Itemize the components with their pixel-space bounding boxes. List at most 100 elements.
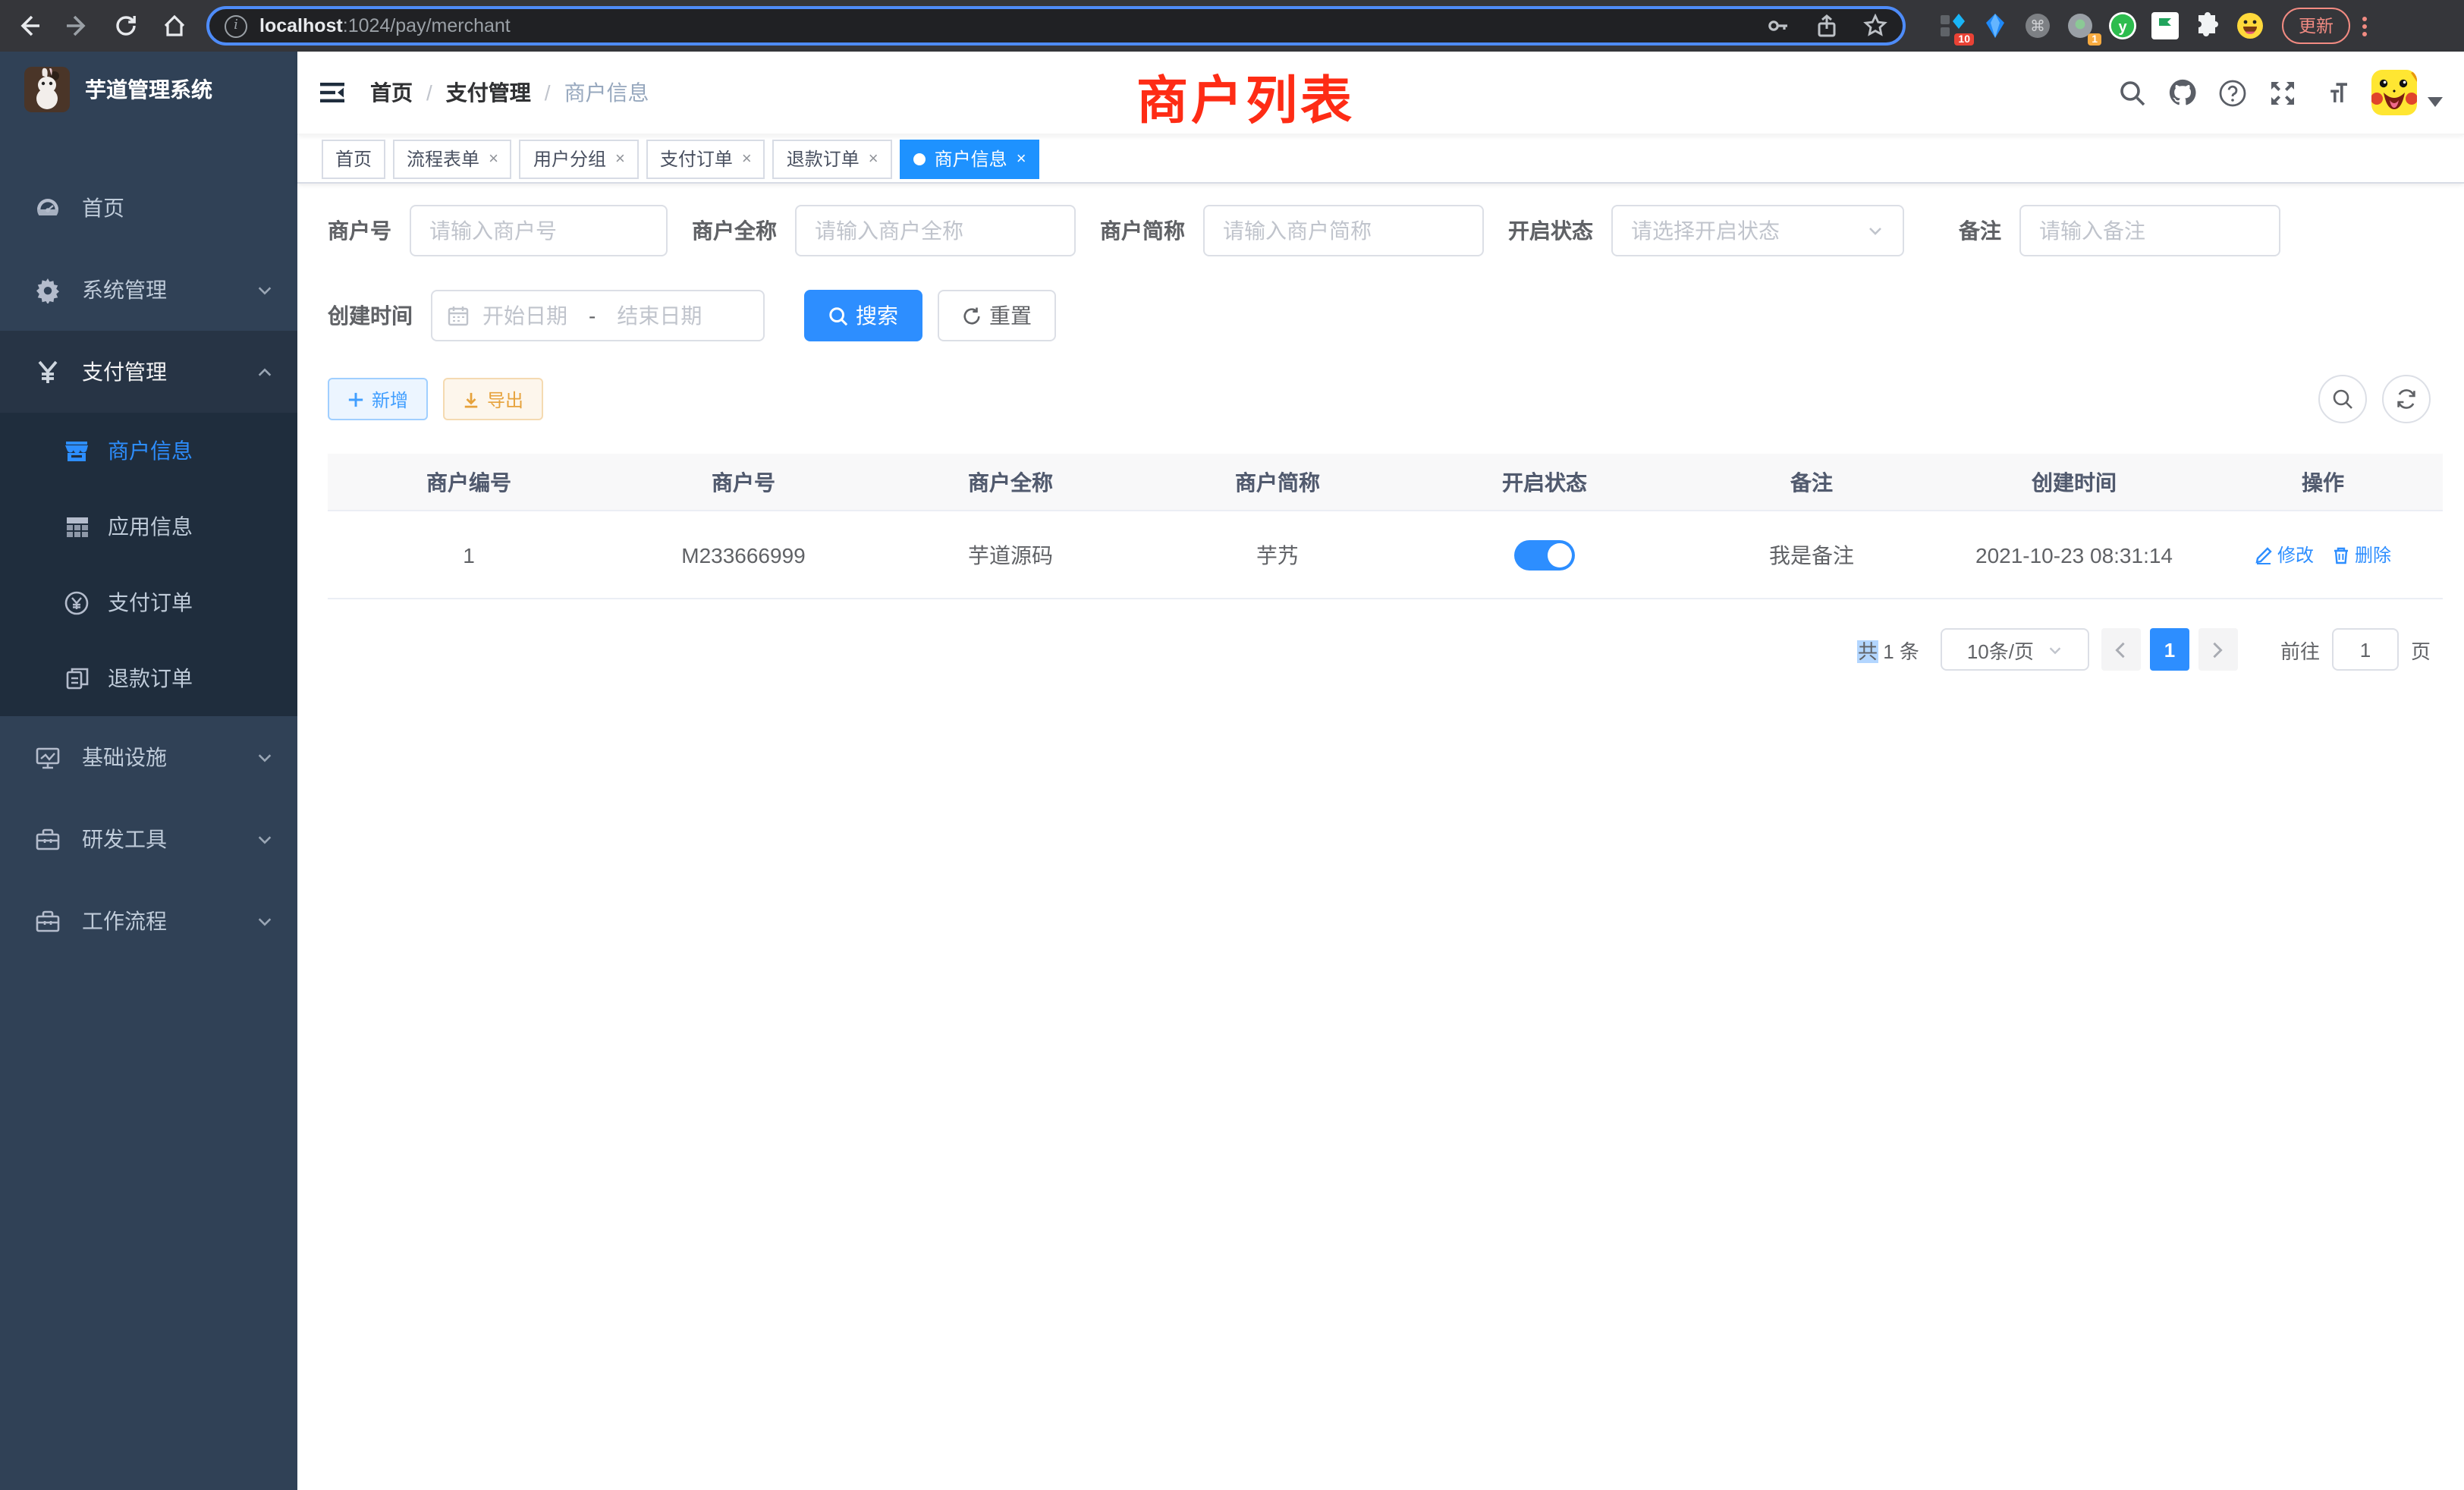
tab-merchant-info[interactable]: 商户信息× xyxy=(900,139,1040,178)
breadcrumb-home[interactable]: 首页 xyxy=(370,77,413,108)
status-toggle[interactable] xyxy=(1514,539,1575,570)
sidebar-item-label: 支付管理 xyxy=(82,357,167,387)
github-icon[interactable] xyxy=(2168,78,2197,107)
sidebar-item-merchant-info[interactable]: 商户信息 xyxy=(0,413,297,489)
caret-down-icon[interactable] xyxy=(2428,88,2443,112)
page-unit-label: 页 xyxy=(2411,635,2431,664)
close-icon[interactable]: × xyxy=(615,149,625,168)
chevron-down-icon xyxy=(256,831,273,847)
sidebar-item-pay-order[interactable]: 支付订单 xyxy=(0,564,297,640)
back-icon[interactable] xyxy=(15,12,42,39)
merchant-short-label: 商户简称 xyxy=(1100,215,1185,246)
yen-circle-icon xyxy=(64,589,90,615)
remark-input-wrap xyxy=(2019,205,2280,256)
sidebar-item-label: 基础设施 xyxy=(82,742,167,772)
extensions-puzzle-icon[interactable] xyxy=(2194,12,2221,39)
merchant-no-input-wrap xyxy=(410,205,668,256)
sidebar-logo[interactable]: 芋道管理系统 xyxy=(0,52,297,127)
share-icon[interactable] xyxy=(1815,14,1839,38)
browser-menu-icon[interactable] xyxy=(2362,16,2367,36)
address-bar[interactable]: i localhost:1024/pay/merchant xyxy=(206,6,1906,46)
sidebar-collapse-icon[interactable] xyxy=(319,79,346,106)
font-size-icon[interactable] xyxy=(2318,78,2347,107)
sidebar-item-app-info[interactable]: 应用信息 xyxy=(0,489,297,564)
forward-icon[interactable] xyxy=(64,12,91,39)
date-end-placeholder: 结束日期 xyxy=(617,300,702,331)
goto-label: 前往 xyxy=(2280,635,2320,664)
status-select[interactable]: 请选择开启状态 xyxy=(1611,205,1904,256)
tab-pay-order[interactable]: 支付订单× xyxy=(646,139,765,178)
home-icon[interactable] xyxy=(161,12,188,39)
goto-page-input[interactable]: 1 xyxy=(2332,628,2399,671)
chrome-update-button[interactable]: 更新 xyxy=(2282,8,2350,44)
help-icon[interactable] xyxy=(2218,78,2247,107)
sidebar-item-label: 商户信息 xyxy=(108,435,193,466)
reset-button[interactable]: 重置 xyxy=(938,290,1056,341)
filter-row-2: 创建时间 开始日期 - 结束日期 搜索 xyxy=(328,290,2443,341)
svg-text:⌘: ⌘ xyxy=(2030,17,2045,35)
cell-merchant-id: 1 xyxy=(328,542,610,567)
merchant-full-input[interactable] xyxy=(815,218,1056,243)
reload-icon[interactable] xyxy=(112,12,140,39)
refresh-button[interactable] xyxy=(2382,375,2431,423)
logo-bunny-image xyxy=(24,67,70,112)
date-range-input[interactable]: 开始日期 - 结束日期 xyxy=(431,290,765,341)
extension-flag-icon[interactable] xyxy=(2151,12,2179,39)
merchant-short-input[interactable] xyxy=(1223,218,1464,243)
merchant-full-input-wrap xyxy=(795,205,1076,256)
export-button[interactable]: 导出 xyxy=(443,378,543,420)
next-page-button[interactable] xyxy=(2198,628,2238,671)
extension-grid-icon[interactable]: 10 xyxy=(1939,12,1966,39)
prev-page-button[interactable] xyxy=(2101,628,2141,671)
merchant-no-input[interactable] xyxy=(429,218,648,243)
sidebar-item-payment[interactable]: 支付管理 xyxy=(0,331,297,413)
tab-home[interactable]: 首页 xyxy=(322,139,385,178)
tab-process-form[interactable]: 流程表单× xyxy=(393,139,512,178)
breadcrumb-current: 商户信息 xyxy=(564,77,649,108)
page-size-select[interactable]: 10条/页 xyxy=(1941,628,2089,671)
bookmark-star-icon[interactable] xyxy=(1863,14,1887,38)
cell-remark: 我是备注 xyxy=(1678,539,1945,570)
user-avatar[interactable] xyxy=(2371,70,2417,115)
extension-gem-icon[interactable] xyxy=(1982,12,2009,39)
sidebar-item-dev-tools[interactable]: 研发工具 xyxy=(0,798,297,880)
extension-y-icon[interactable]: y xyxy=(2109,12,2136,39)
toolbox-icon xyxy=(33,907,61,935)
chevron-up-icon xyxy=(256,363,273,380)
document-copy-icon xyxy=(64,665,90,691)
fullscreen-icon[interactable] xyxy=(2268,78,2297,107)
sidebar-item-home[interactable]: 首页 xyxy=(0,167,297,249)
close-icon[interactable]: × xyxy=(1017,149,1026,168)
sidebar-item-workflow[interactable]: 工作流程 xyxy=(0,880,297,962)
profile-emoji-icon[interactable] xyxy=(2236,12,2264,39)
sidebar-item-label: 支付订单 xyxy=(108,587,193,618)
search-icon[interactable] xyxy=(2118,78,2147,107)
status-label: 开启状态 xyxy=(1508,215,1593,246)
site-info-icon[interactable]: i xyxy=(225,14,247,37)
toggle-search-button[interactable] xyxy=(2318,375,2367,423)
tab-user-group[interactable]: 用户分组× xyxy=(520,139,639,178)
extension-avatar-icon[interactable]: 1 xyxy=(2066,12,2094,39)
password-key-icon[interactable] xyxy=(1766,14,1790,38)
app-title: 芋道管理系统 xyxy=(85,74,212,105)
sidebar-item-label: 首页 xyxy=(82,193,124,223)
close-icon[interactable]: × xyxy=(742,149,752,168)
close-icon[interactable]: × xyxy=(489,149,498,168)
tab-refund-order[interactable]: 退款订单× xyxy=(773,139,892,178)
calendar-icon xyxy=(448,305,469,326)
sidebar-item-refund-order[interactable]: 退款订单 xyxy=(0,640,297,716)
remark-input[interactable] xyxy=(2039,218,2261,243)
extension-badge: 1 xyxy=(2088,33,2101,46)
page-number-1[interactable]: 1 xyxy=(2150,628,2189,671)
search-button[interactable]: 搜索 xyxy=(804,290,922,341)
close-icon[interactable]: × xyxy=(869,149,878,168)
sidebar-item-label: 工作流程 xyxy=(82,906,167,936)
sidebar-item-system[interactable]: 系统管理 xyxy=(0,249,297,331)
edit-link[interactable]: 修改 xyxy=(2255,542,2314,567)
breadcrumb-section[interactable]: 支付管理 xyxy=(446,77,531,108)
store-icon xyxy=(64,438,90,464)
extension-command-icon[interactable]: ⌘ xyxy=(2024,12,2051,39)
sidebar-item-infra[interactable]: 基础设施 xyxy=(0,716,297,798)
add-button[interactable]: 新增 xyxy=(328,378,428,420)
delete-link[interactable]: 删除 xyxy=(2332,542,2391,567)
